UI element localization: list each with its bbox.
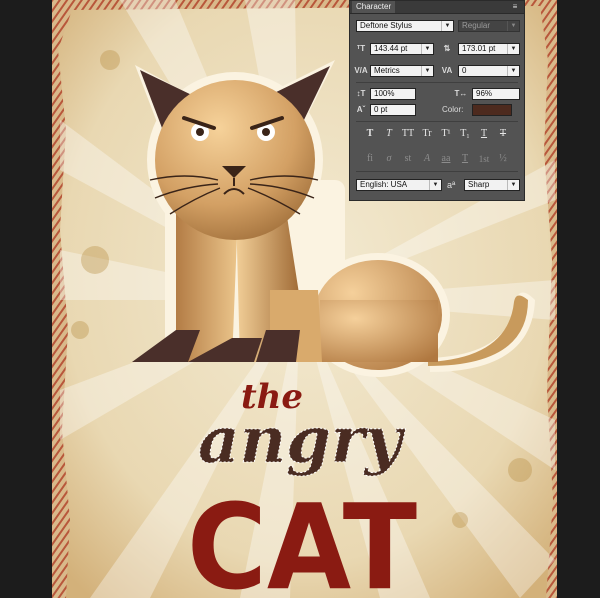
kerning-select[interactable]: Metrics ▼ <box>370 65 434 77</box>
tracking-icon: VA <box>441 66 453 75</box>
chevron-down-icon: ▼ <box>507 66 519 76</box>
ligatures-button[interactable]: fi <box>362 152 378 166</box>
title-cat[interactable]: CAT <box>187 478 417 598</box>
all-caps-button[interactable]: TT <box>400 127 416 141</box>
baseline-shift-value: 0 pt <box>374 105 388 114</box>
leading-icon: ⇅ <box>443 44 451 53</box>
small-caps-button[interactable]: Tr <box>419 127 435 141</box>
underline-button[interactable]: T <box>476 127 492 141</box>
font-style-select[interactable]: Regular ▼ <box>458 20 520 32</box>
antialias-value: Sharp <box>468 180 490 189</box>
ordinals-button[interactable]: 1st <box>476 152 492 166</box>
vertical-scale-icon: ↕T <box>356 89 366 98</box>
language-select[interactable]: English: USA ▼ <box>356 179 442 191</box>
panel-menu-icon[interactable]: ≡ <box>509 2 521 12</box>
vertical-scale-value: 100% <box>374 89 395 98</box>
chevron-down-icon: ▼ <box>507 21 519 31</box>
kerning-icon: V/A <box>354 66 368 75</box>
swash-button[interactable]: A <box>419 152 435 166</box>
contextual-alternates-button[interactable]: σ <box>381 152 397 166</box>
superscript-button[interactable]: T¹ <box>438 127 454 141</box>
tab-character[interactable]: Character <box>352 1 396 13</box>
tracking-value: 0 <box>462 66 467 75</box>
divider <box>356 171 518 172</box>
horizontal-scale-icon: T↔ <box>454 89 468 98</box>
color-label: Color: <box>442 105 464 114</box>
vertical-scale-field[interactable]: 100% <box>370 88 416 100</box>
panel-header: Character ≡ <box>350 1 524 14</box>
font-style-value: Regular <box>462 21 491 30</box>
leading-field[interactable]: 173.01 pt ▼ <box>458 43 520 55</box>
subscript-button[interactable]: T₁ <box>457 127 473 141</box>
chevron-down-icon: ▼ <box>507 44 519 54</box>
divider <box>356 82 518 83</box>
tracking-field[interactable]: 0 ▼ <box>458 65 520 77</box>
chevron-down-icon: ▼ <box>421 44 433 54</box>
chevron-down-icon: ▼ <box>507 180 519 190</box>
kerning-value: Metrics <box>374 66 400 75</box>
strikethrough-button[interactable]: T <box>495 127 511 141</box>
chevron-down-icon: ▼ <box>441 21 453 31</box>
color-swatch[interactable] <box>472 104 512 116</box>
title-angry[interactable]: angry <box>198 403 406 479</box>
font-size-value: 143.44 pt <box>374 44 408 53</box>
chevron-down-icon: ▼ <box>421 66 433 76</box>
titling-alternates-button[interactable]: T <box>457 152 473 166</box>
discretionary-ligatures-button[interactable]: st <box>400 152 416 166</box>
antialias-select[interactable]: Sharp ▼ <box>464 179 520 191</box>
faux-bold-button[interactable]: T <box>362 127 378 141</box>
faux-italic-button[interactable]: T <box>381 127 397 141</box>
font-size-field[interactable]: 143.44 pt ▼ <box>370 43 434 55</box>
antialias-icon: aª <box>447 180 456 190</box>
font-family-select[interactable]: Deftone Stylus ▼ <box>356 20 454 32</box>
font-family-value: Deftone Stylus <box>360 21 413 30</box>
font-size-icon: ᵀT <box>356 44 366 53</box>
character-panel[interactable]: Character ≡ Deftone Stylus ▼ Regular ▼ ᵀ… <box>349 0 525 201</box>
divider <box>356 121 518 122</box>
horizontal-scale-field[interactable]: 96% <box>472 88 520 100</box>
language-value: English: USA <box>360 180 408 189</box>
leading-value: 173.01 pt <box>462 44 496 53</box>
chevron-down-icon: ▼ <box>429 180 441 190</box>
fractions-button[interactable]: ½ <box>495 152 511 166</box>
baseline-shift-field[interactable]: 0 pt <box>370 104 416 116</box>
stylistic-alternates-button[interactable]: aa <box>438 152 454 166</box>
baseline-shift-icon: Aˇ <box>356 105 366 114</box>
horizontal-scale-value: 96% <box>476 89 493 98</box>
